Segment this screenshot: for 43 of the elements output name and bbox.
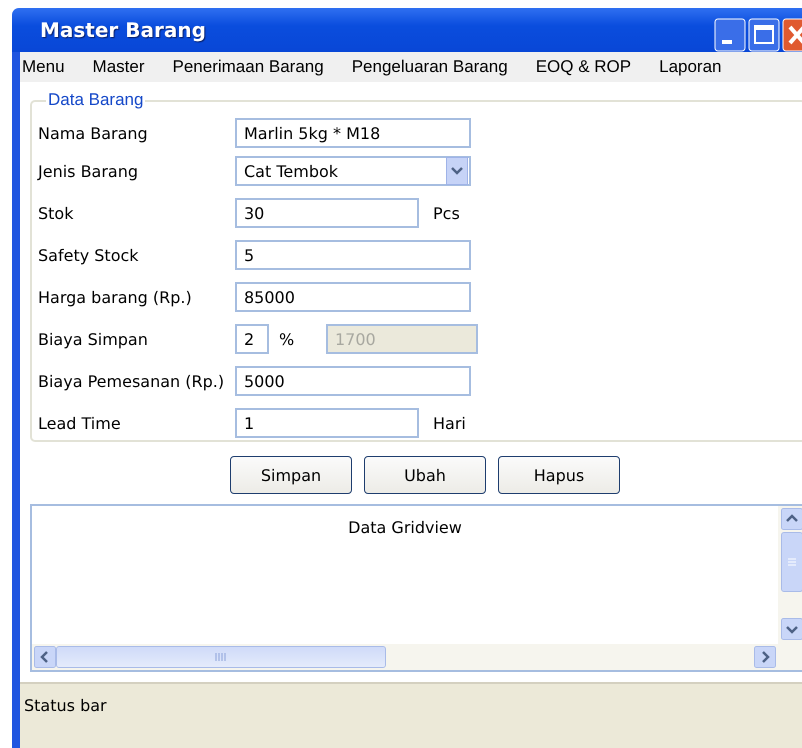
scroll-left-icon[interactable]: [34, 646, 56, 668]
unit-label: Pcs: [433, 204, 460, 222]
field-label: Stok: [38, 204, 74, 222]
field-label: Harga barang (Rp.): [38, 288, 193, 306]
grip-icon[interactable]: [787, 557, 797, 567]
minimize-button[interactable]: [714, 18, 746, 52]
grip-icon[interactable]: [214, 652, 228, 662]
group-title: Data Barang: [46, 90, 146, 110]
scroll-right-icon[interactable]: [754, 646, 776, 668]
input-field[interactable]: Marlin 5kg * M18: [235, 118, 471, 148]
scroll-down-icon[interactable]: [781, 618, 802, 640]
action-button[interactable]: Hapus: [498, 456, 620, 494]
menu-item[interactable]: Pengeluaran Barang: [352, 57, 508, 77]
input-field[interactable]: 30: [235, 198, 419, 228]
unit-label: Hari: [433, 414, 466, 432]
maximize-button[interactable]: [748, 18, 780, 52]
input-field[interactable]: 1: [235, 408, 419, 438]
input-field[interactable]: 85000: [235, 282, 471, 312]
field-label: Safety Stock: [38, 246, 140, 264]
menu-item[interactable]: EOQ & ROP: [536, 57, 632, 77]
window-title: Master Barang: [40, 18, 206, 42]
status-bar: Status bar: [20, 682, 802, 748]
field-label: Biaya Pemesanan (Rp.): [38, 372, 226, 390]
action-button[interactable]: Ubah: [364, 456, 486, 494]
input-field[interactable]: 5000: [235, 366, 471, 396]
menu-item[interactable]: Laporan: [659, 57, 722, 77]
action-button[interactable]: Simpan: [230, 456, 352, 494]
scroll-thumb[interactable]: [56, 646, 386, 668]
percent-label: %: [279, 330, 294, 348]
grid-caption: Data Gridview: [348, 518, 462, 537]
input-field: 1700: [326, 324, 478, 354]
scroll-thumb[interactable]: [781, 532, 802, 592]
input-field[interactable]: 2: [235, 324, 269, 354]
dropdown[interactable]: Cat Tembok: [235, 156, 471, 186]
menu-item[interactable]: Menu: [22, 57, 65, 77]
scroll-up-icon[interactable]: [781, 508, 802, 530]
menu-item[interactable]: Penerimaan Barang: [172, 57, 324, 77]
menu-item[interactable]: Master: [92, 57, 144, 77]
field-label: Jenis Barang: [38, 162, 140, 180]
field-label: Lead Time: [38, 414, 122, 432]
field-label: Biaya Simpan: [38, 330, 149, 348]
field-label: Nama Barang: [38, 124, 149, 142]
input-field[interactable]: 5: [235, 240, 471, 270]
